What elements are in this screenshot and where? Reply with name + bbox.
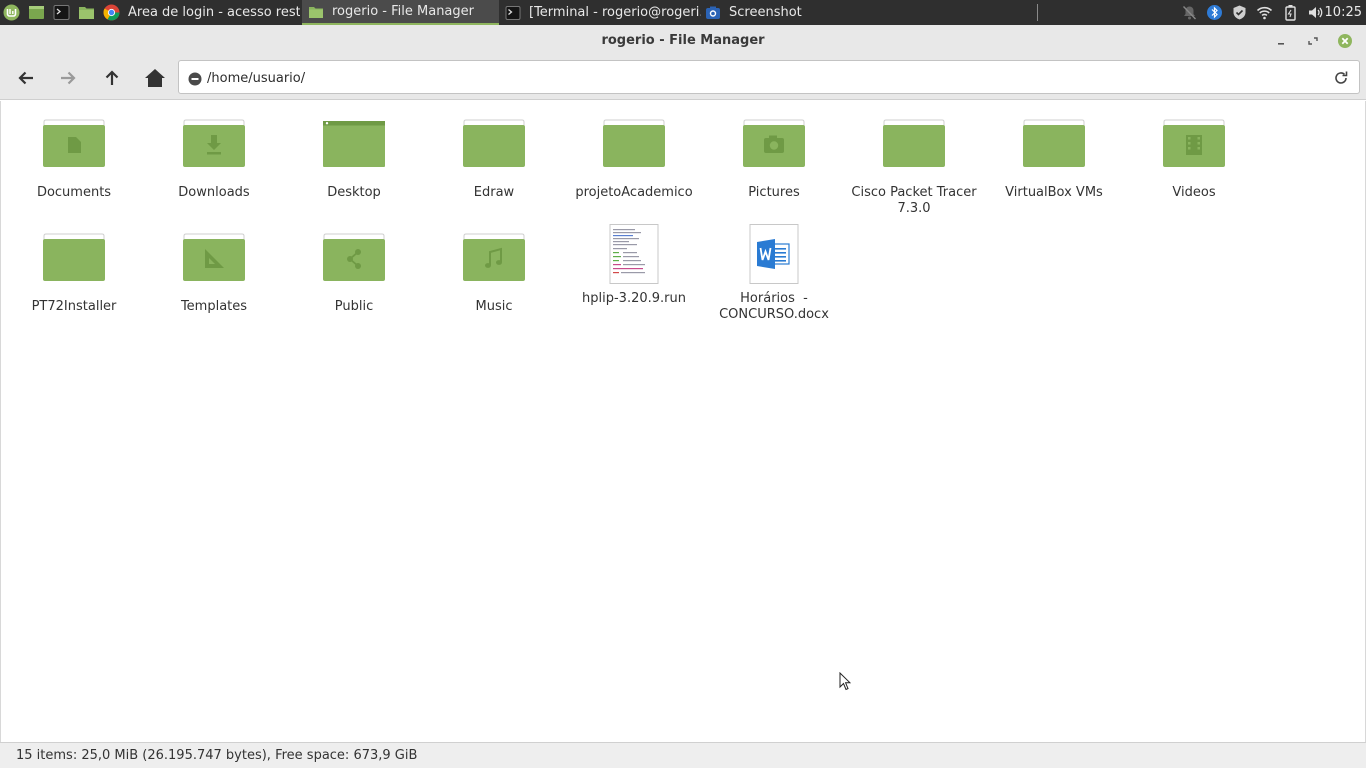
task-label: rogerio - File Manager: [332, 4, 474, 19]
toolbar: [0, 56, 1366, 100]
home-button[interactable]: [143, 66, 167, 90]
folder-icon: [43, 233, 105, 281]
close-icon: [1338, 34, 1352, 48]
file-name: Public: [334, 299, 374, 314]
minimize-icon: [1278, 43, 1284, 45]
home-icon: [145, 69, 165, 87]
pictures-folder-icon: [743, 119, 805, 167]
file-name: Edraw: [473, 185, 515, 200]
window-title: rogerio - File Manager: [601, 33, 765, 48]
file-item-horarios-docx[interactable]: Horários - CONCURSO.docx: [704, 224, 844, 323]
task-screenshot[interactable]: Screenshot: [705, 0, 845, 25]
documents-folder-icon: [43, 119, 105, 167]
task-file-manager[interactable]: rogerio - File Manager: [302, 0, 499, 25]
back-button[interactable]: [14, 66, 38, 90]
location-bar[interactable]: [178, 60, 1360, 94]
folder-icon: [308, 4, 324, 20]
file-name: Documents: [36, 185, 112, 200]
task-label: Área de login - acesso rest...: [128, 5, 300, 20]
reload-icon[interactable]: [1333, 70, 1349, 86]
file-item-templates[interactable]: Templates: [144, 233, 284, 315]
file-item-documents[interactable]: Documents: [4, 119, 144, 201]
file-item-projetoacademico[interactable]: projetoAcademico: [564, 119, 704, 201]
templates-folder-icon: [183, 233, 245, 281]
file-item-edraw[interactable]: Edraw: [424, 119, 564, 201]
file-item-pictures[interactable]: Pictures: [704, 119, 844, 201]
file-name: PT72Installer: [31, 299, 117, 314]
desktop-folder-icon: [323, 121, 385, 167]
script-file-icon: [609, 224, 659, 284]
show-desktop-icon[interactable]: [28, 4, 45, 21]
menu-icon[interactable]: [3, 4, 20, 21]
task-label: Screenshot: [729, 5, 802, 20]
music-folder-icon: [463, 233, 525, 281]
word-document-icon: [749, 224, 799, 284]
file-name: VirtualBox VMs: [1005, 185, 1103, 200]
volume-icon[interactable]: [1307, 4, 1324, 21]
folder-icon: [1023, 119, 1085, 167]
task-terminal[interactable]: [Terminal - rogerio@rogeri...: [503, 0, 701, 25]
chrome-launcher-icon[interactable]: [103, 4, 120, 21]
terminal-icon: [505, 5, 521, 21]
arrow-right-icon: [61, 71, 76, 85]
terminal-launcher-icon[interactable]: [53, 4, 70, 21]
file-name: Videos: [1172, 185, 1216, 200]
location-input[interactable]: [207, 67, 1307, 89]
file-name: Templates: [180, 299, 248, 314]
file-item-hplip-run[interactable]: hplip-3.20.9.run: [564, 224, 704, 307]
folder-icon: [883, 119, 945, 167]
top-panel: Área de login - acesso rest... rogerio -…: [0, 0, 1366, 25]
close-button[interactable]: [1337, 33, 1353, 49]
file-item-pt72installer[interactable]: PT72Installer: [4, 233, 144, 315]
file-name: projetoAcademico: [575, 185, 693, 200]
file-item-music[interactable]: Music: [424, 233, 564, 315]
folder-icon: [603, 119, 665, 167]
file-view[interactable]: Documents Downloads Desktop Edraw projet…: [0, 101, 1366, 742]
file-item-cisco-packet-tracer[interactable]: Cisco Packet Tracer 7.3.0: [844, 119, 984, 217]
task-label: [Terminal - rogerio@rogeri...: [529, 5, 701, 20]
forward-button[interactable]: [56, 66, 80, 90]
wifi-icon[interactable]: [1256, 4, 1273, 21]
status-bar: 15 items: 25,0 MiB (26.195.747 bytes), F…: [0, 742, 1366, 768]
restore-icon: [1308, 37, 1318, 45]
file-item-virtualbox-vms[interactable]: VirtualBox VMs: [984, 119, 1124, 201]
file-name: Horários - CONCURSO.docx: [719, 291, 829, 322]
public-folder-icon: [323, 233, 385, 281]
folder-icon: [463, 119, 525, 167]
files-launcher-icon[interactable]: [78, 4, 95, 21]
file-name: Pictures: [748, 185, 800, 200]
file-name: Desktop: [327, 185, 381, 200]
panel-separator: [1037, 4, 1038, 21]
file-name: Downloads: [178, 185, 250, 200]
file-item-public[interactable]: Public: [284, 233, 424, 315]
window-titlebar[interactable]: rogerio - File Manager: [0, 25, 1366, 56]
parent-folder-button[interactable]: [100, 66, 124, 90]
maximize-button[interactable]: [1305, 33, 1321, 49]
shield-icon[interactable]: [1231, 4, 1248, 21]
file-item-downloads[interactable]: Downloads: [144, 119, 284, 201]
bluetooth-icon[interactable]: [1206, 4, 1223, 21]
camera-icon: [705, 5, 721, 21]
clock[interactable]: 10:25: [1325, 0, 1362, 25]
file-name: Music: [475, 299, 513, 314]
mouse-pointer-icon: [839, 671, 852, 691]
arrow-up-icon: [105, 70, 119, 85]
videos-folder-icon: [1163, 119, 1225, 167]
file-name: hplip-3.20.9.run: [582, 291, 686, 306]
battery-icon[interactable]: [1282, 4, 1299, 21]
notifications-muted-icon[interactable]: [1181, 4, 1198, 21]
file-item-desktop[interactable]: Desktop: [284, 119, 424, 201]
arrow-left-icon: [18, 71, 33, 85]
file-name: Cisco Packet Tracer 7.3.0: [851, 185, 981, 216]
minimize-button[interactable]: [1273, 33, 1289, 49]
task-browser[interactable]: Área de login - acesso rest...: [128, 0, 300, 25]
downloads-folder-icon: [183, 119, 245, 167]
file-item-videos[interactable]: Videos: [1124, 119, 1264, 201]
location-icon: [188, 71, 202, 86]
